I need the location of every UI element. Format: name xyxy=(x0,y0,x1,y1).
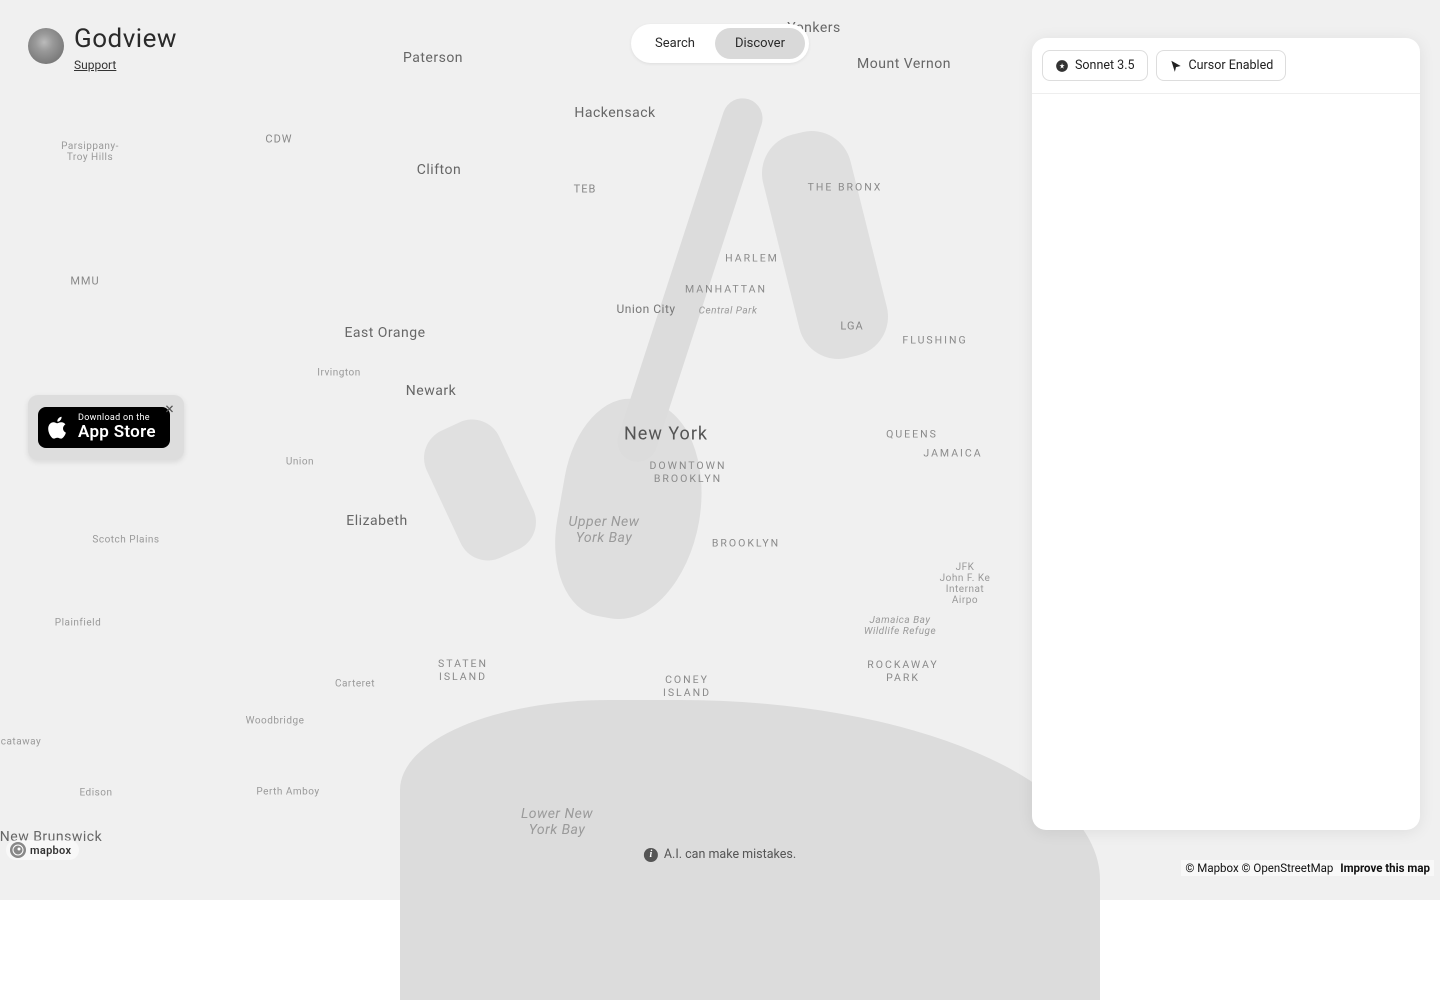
map-place-label: Parsippany-Troy Hills xyxy=(61,141,119,163)
map-place-label: BROOKLYN xyxy=(712,537,780,550)
apple-icon xyxy=(48,415,70,441)
side-panel: Sonnet 3.5 Cursor Enabled xyxy=(1032,38,1420,830)
model-icon xyxy=(1055,59,1069,73)
map-place-label: Edison xyxy=(79,788,112,799)
map-place-label: TEB xyxy=(574,183,597,196)
map-place-label: JAMAICA xyxy=(923,447,982,460)
map-place-label: MMU xyxy=(70,275,99,288)
app-title: Godview xyxy=(74,24,177,54)
map-place-label: Irvington xyxy=(317,368,361,379)
map-place-label: Paterson xyxy=(403,50,463,66)
app-logo[interactable] xyxy=(28,28,64,64)
attrib-improve-link[interactable]: Improve this map xyxy=(1340,861,1430,875)
map-place-label: Union xyxy=(286,457,314,468)
map-place-label: Central Park xyxy=(699,306,758,317)
side-panel-body xyxy=(1032,94,1420,830)
map-place-label: STATENISLAND xyxy=(438,657,488,683)
attrib-osm-link[interactable]: © OpenStreetMap xyxy=(1242,861,1334,875)
tab-search[interactable]: Search xyxy=(635,28,715,59)
mapbox-text: mapbox xyxy=(30,844,71,857)
map-place-label: LGA xyxy=(840,320,863,333)
cursor-toggle[interactable]: Cursor Enabled xyxy=(1156,50,1287,81)
map-place-label: Hackensack xyxy=(574,105,655,121)
map-place-label: Elizabeth xyxy=(346,513,407,529)
tab-discover[interactable]: Discover xyxy=(715,28,805,59)
appstore-button[interactable]: Download on the App Store xyxy=(38,407,170,448)
model-selector[interactable]: Sonnet 3.5 xyxy=(1042,50,1148,81)
mapbox-icon xyxy=(10,842,26,858)
map-attribution: © Mapbox © OpenStreetMap Improve this ma… xyxy=(1181,860,1434,876)
map-place-label: New York xyxy=(624,424,708,445)
model-label: Sonnet 3.5 xyxy=(1075,58,1135,73)
support-link[interactable]: Support xyxy=(74,58,116,72)
disclaimer-text: A.I. can make mistakes. xyxy=(664,847,796,862)
map-place-label: JFKJohn F. KeInternatAirpo xyxy=(940,562,991,606)
map-place-label: Union City xyxy=(616,302,675,316)
map-place-label: East Orange xyxy=(344,325,425,341)
side-panel-header: Sonnet 3.5 Cursor Enabled xyxy=(1032,38,1420,94)
appstore-big-text: App Store xyxy=(78,422,156,442)
mode-segmented-control: Search Discover xyxy=(631,24,809,63)
map-place-label: Newark xyxy=(406,383,456,399)
ai-disclaimer: i A.I. can make mistakes. xyxy=(644,847,796,862)
map-place-label: Lower NewYork Bay xyxy=(521,806,593,838)
appstore-promo: × Download on the App Store xyxy=(28,395,184,460)
info-icon: i xyxy=(644,848,658,862)
map-place-label: cataway xyxy=(1,737,42,748)
mapbox-logo[interactable]: mapbox xyxy=(6,840,79,860)
map-place-label: Clifton xyxy=(417,162,461,178)
map-place-label: Scotch Plains xyxy=(92,535,159,546)
map-place-label: FLUSHING xyxy=(902,334,967,347)
cursor-icon xyxy=(1169,59,1183,73)
map-place-label: Carteret xyxy=(335,679,375,690)
map-place-label: DOWNTOWNBROOKLYN xyxy=(650,459,727,485)
map-place-label: Mount Vernon xyxy=(857,56,951,72)
map-place-label: Woodbridge xyxy=(246,716,305,727)
map-place-label: CDW xyxy=(265,133,292,146)
map-place-label: Perth Amboy xyxy=(256,787,319,798)
attrib-mapbox-link[interactable]: © Mapbox xyxy=(1185,861,1238,875)
map-place-label: ROCKAWAYPARK xyxy=(867,658,938,684)
brand-block: Godview Support xyxy=(28,24,177,73)
map-place-label: THE BRONX xyxy=(808,181,883,194)
map-place-label: Upper NewYork Bay xyxy=(569,514,640,546)
map-place-label: QUEENS xyxy=(886,428,938,441)
close-icon[interactable]: × xyxy=(165,401,174,417)
map-place-label: Jamaica BayWildlife Refuge xyxy=(864,615,936,637)
map-place-label: Plainfield xyxy=(55,618,101,629)
map-place-label: HARLEM xyxy=(725,252,779,265)
map-place-label: CONEYISLAND xyxy=(663,673,711,699)
cursor-label: Cursor Enabled xyxy=(1189,58,1274,73)
map-place-label: MANHATTAN xyxy=(685,283,767,296)
